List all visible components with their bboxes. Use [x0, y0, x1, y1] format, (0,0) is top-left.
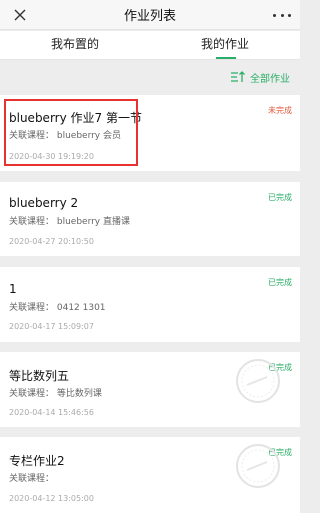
tab-mine[interactable]: 我的作业: [150, 31, 300, 60]
homework-card[interactable]: blueberry 2 关联课程： blueberry 直播课 2020-04-…: [0, 182, 300, 256]
homework-course: 关联课程： 等比数列课: [9, 389, 102, 399]
homework-title: 等比数列五: [9, 369, 70, 383]
tab-bar: 我布置的 我的作业: [0, 31, 300, 60]
homework-time: 2020-04-30 19:19:20: [9, 152, 94, 161]
homework-title: 1: [9, 282, 17, 296]
homework-card[interactable]: 专栏作业2 关联课程： 2020-04-12 13:05:00 已完成: [0, 437, 300, 513]
filter-label: 全部作业: [250, 73, 290, 85]
homework-title: 专栏作业2: [9, 454, 65, 468]
homework-time: 2020-04-14 15:46:56: [9, 408, 94, 417]
homework-course: 关联课程： blueberry 直播课: [9, 217, 130, 227]
sort-filter-icon: [231, 71, 245, 82]
all-homework-filter[interactable]: 全部作业: [231, 68, 290, 86]
tab-active-indicator: [216, 57, 236, 59]
homework-time: 2020-04-17 15:09:07: [9, 322, 94, 331]
page-title: 作业列表: [123, 9, 176, 24]
completed-stamp-icon: [236, 359, 280, 403]
homework-course: 关联课程： blueberry 会员: [9, 131, 121, 141]
tab-assigned[interactable]: 我布置的: [0, 31, 150, 60]
nav-bar: 作业列表: [0, 0, 300, 30]
status-badge: 已完成: [268, 278, 292, 287]
homework-time: 2020-04-12 13:05:00: [9, 494, 94, 503]
homework-card[interactable]: 1 关联课程： 0412 1301 2020-04-17 15:09:07 已完…: [0, 267, 300, 342]
homework-title: blueberry 2: [9, 196, 79, 210]
completed-stamp-icon: [236, 444, 280, 488]
more-dots-icon[interactable]: [273, 7, 291, 23]
homework-title: blueberry 作业7 第一节: [9, 111, 142, 125]
status-badge: 已完成: [268, 193, 292, 202]
homework-card[interactable]: blueberry 作业7 第一节 关联课程： blueberry 会员 202…: [0, 95, 300, 171]
homework-card[interactable]: 等比数列五 关联课程： 等比数列课 2020-04-14 15:46:56 已完…: [0, 352, 300, 427]
status-badge: 未完成: [268, 106, 292, 115]
homework-course: 关联课程：: [9, 474, 55, 484]
homework-time: 2020-04-27 20:10:50: [9, 237, 94, 246]
homework-course: 关联课程： 0412 1301: [9, 303, 106, 313]
